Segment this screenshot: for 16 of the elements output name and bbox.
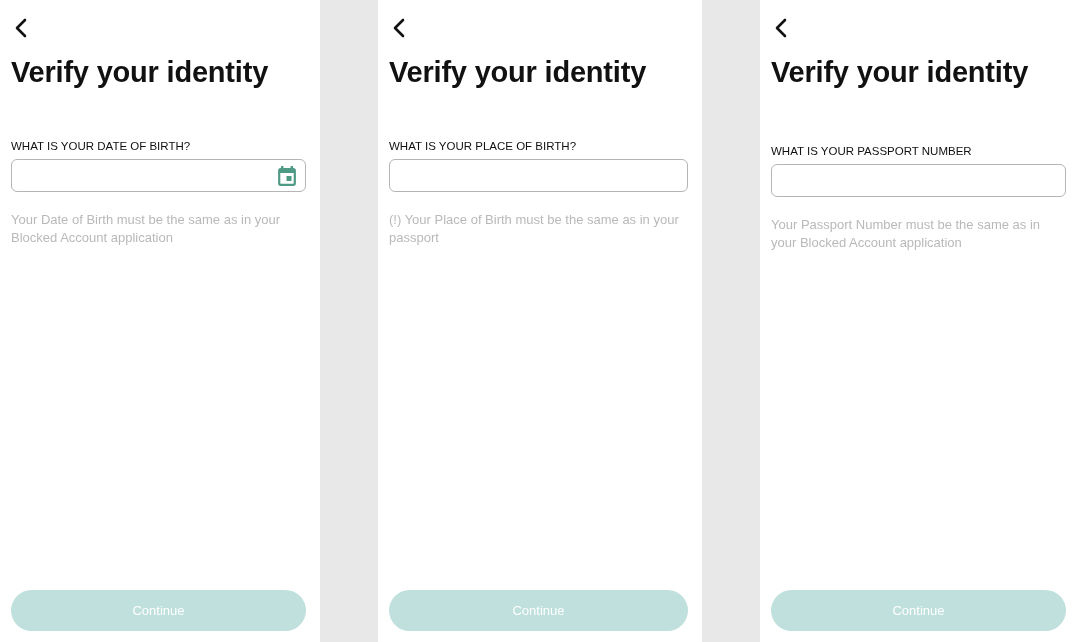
screen-title: Verify your identity [771, 55, 1029, 90]
screen-title: Verify your identity [389, 55, 647, 90]
field-label: WHAT IS YOUR PLACE OF BIRTH? [389, 139, 577, 153]
field-label: WHAT IS YOUR DATE OF BIRTH? [11, 139, 191, 153]
input-field[interactable] [771, 164, 1066, 197]
field-label: WHAT IS YOUR PASSPORT NUMBER [771, 144, 972, 158]
screen-title: Verify your identity [11, 55, 269, 90]
hint-text: Your Passport Number must be the same as in your Blocked Account application [771, 216, 1042, 251]
hint-text: Your Date of Birth must be the same as in your Blocked Account application [11, 211, 282, 246]
calendar-icon[interactable] [278, 165, 296, 186]
back-icon[interactable] [393, 18, 405, 38]
input-field[interactable] [11, 159, 306, 192]
input-field[interactable] [389, 159, 688, 192]
back-icon[interactable] [15, 18, 27, 38]
hint-text: (!) Your Place of Birth must be the same as in your passport [389, 211, 680, 246]
back-icon[interactable] [775, 18, 787, 38]
